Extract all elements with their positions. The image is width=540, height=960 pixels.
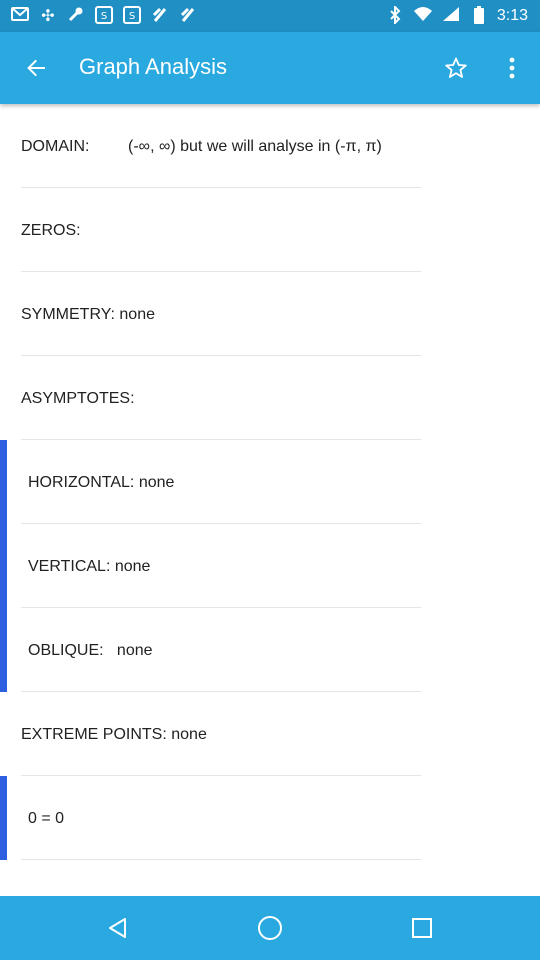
sfr-icon (150, 6, 170, 26)
zeros-label: ZEROS: (21, 222, 81, 239)
domain-value: (-∞, ∞) but we will analyse in (-π, π) (128, 138, 382, 155)
app-bar: Graph Analysis (0, 32, 540, 104)
asymptotes-label: ASYMPTOTES: (21, 390, 135, 407)
horizontal-label: HORIZONTAL: none (28, 474, 175, 491)
sfr-icon: S (122, 6, 142, 26)
symmetry-row: SYMMETRY: none (0, 272, 540, 356)
vertical-row: VERTICAL: none (0, 524, 540, 608)
domain-label: DOMAIN: (21, 138, 90, 155)
zeros-row: ZEROS: (0, 188, 540, 272)
extreme-points-label: EXTREME POINTS: none (21, 726, 207, 743)
asymptotes-row: ASYMPTOTES: (0, 356, 540, 440)
recents-nav-button[interactable] (400, 906, 444, 950)
equation-row: 0 = 0 (0, 776, 540, 860)
overflow-menu-button[interactable] (490, 46, 534, 90)
signal-icon (441, 6, 461, 26)
status-time: 3:13 (496, 7, 528, 24)
bluetooth-icon (385, 4, 405, 26)
svg-text:S: S (129, 11, 135, 22)
page-title: Graph Analysis (79, 54, 227, 79)
navigation-bar (0, 896, 540, 960)
extreme-points-row: EXTREME POINTS: none (0, 692, 540, 776)
sfr-icon (178, 6, 198, 26)
back-nav-button[interactable] (96, 906, 140, 950)
more-vert-icon (509, 57, 515, 79)
divider (21, 859, 421, 860)
wrench-icon (66, 6, 86, 26)
battery-icon (469, 6, 489, 26)
wifi-icon (413, 6, 433, 26)
symmetry-label: SYMMETRY: none (21, 306, 155, 323)
mail-icon (10, 6, 30, 26)
equation-label: 0 = 0 (28, 810, 65, 827)
home-nav-button[interactable] (248, 906, 292, 950)
vertical-label: VERTICAL: none (28, 558, 151, 575)
circle-home-icon (258, 916, 282, 940)
arrow-back-icon (27, 59, 45, 77)
back-button[interactable] (14, 46, 58, 90)
horizontal-row: HORIZONTAL: none (0, 440, 540, 524)
oblique-label: OBLIQUE: none (28, 642, 153, 659)
svg-text:S: S (101, 11, 107, 22)
domain-row: DOMAIN: (-∞, ∞) but we will analyse in (… (0, 104, 540, 188)
status-bar: ✣ S S 3:13 (0, 0, 540, 32)
star-outline-icon (445, 57, 467, 78)
analysis-list[interactable]: DOMAIN: (-∞, ∞) but we will analyse in (… (0, 104, 540, 896)
triangle-back-icon (109, 918, 126, 938)
system-icons: 3:13 (385, 4, 528, 26)
oblique-row: OBLIQUE: none (0, 608, 540, 692)
square-recents-icon (412, 918, 432, 938)
sfr-icon: S (94, 6, 114, 26)
pinwheel-icon: ✣ (41, 6, 55, 25)
favorite-button[interactable] (434, 46, 478, 90)
notification-icons: ✣ S S (10, 6, 198, 26)
